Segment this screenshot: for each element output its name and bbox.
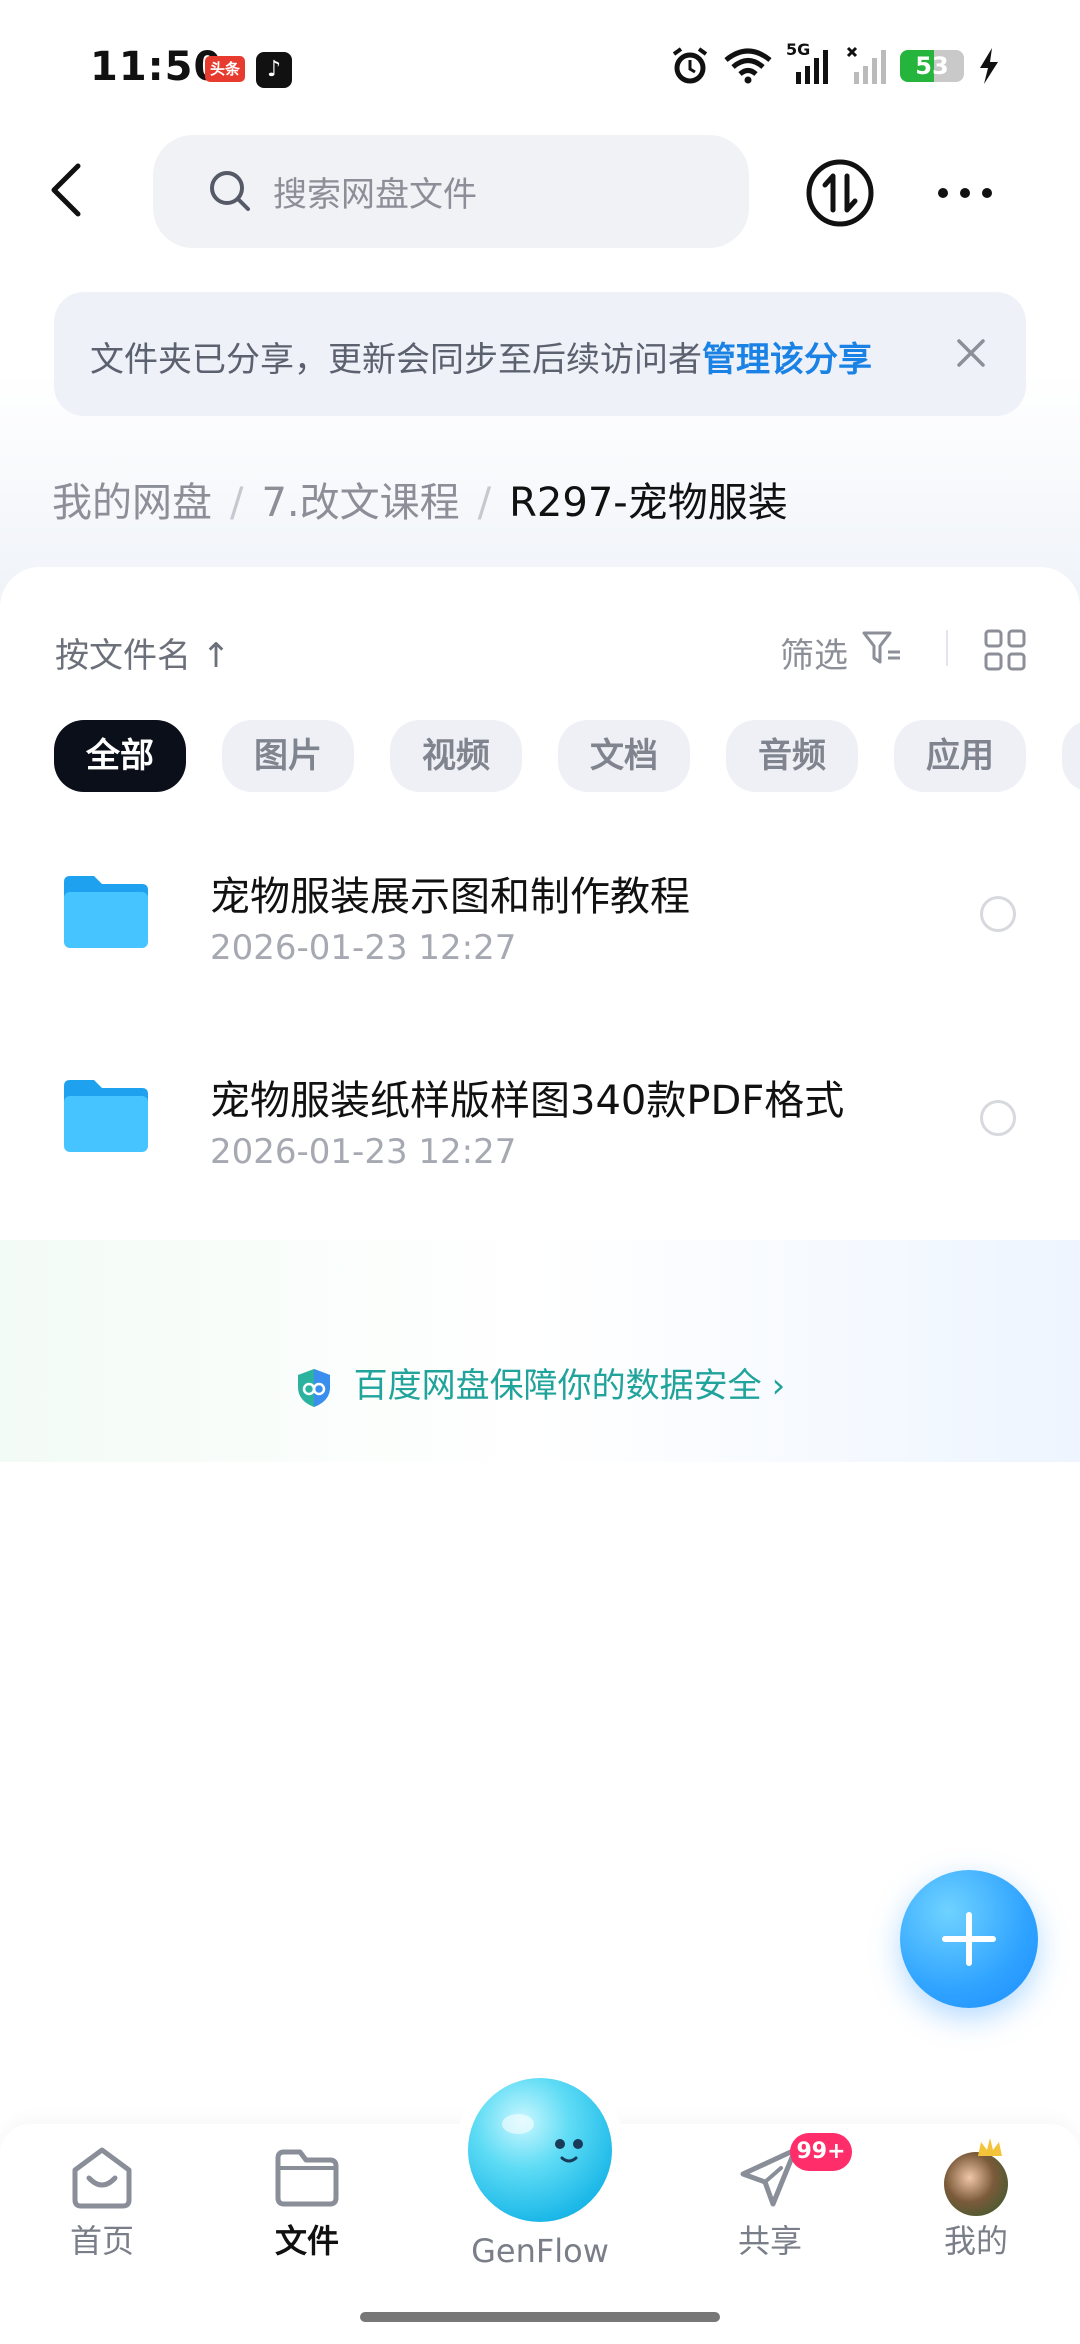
select-checkbox[interactable] <box>980 1100 1016 1136</box>
sort-label: 按文件名 <box>55 636 191 676</box>
safety-text: 百度网盘保障你的数据安全 <box>353 1366 762 1406</box>
battery-percent: 53 <box>915 52 949 80</box>
close-icon[interactable] <box>954 336 988 370</box>
charging-icon <box>980 48 998 84</box>
back-button[interactable] <box>40 160 100 220</box>
battery-indicator: 53 <box>900 50 964 82</box>
alarm-icon <box>672 47 708 84</box>
folder-tab-icon <box>275 2149 339 2207</box>
share-count-badge: 99+ <box>790 2133 852 2171</box>
chip-audio[interactable]: 音频 <box>726 720 858 792</box>
chip-all[interactable]: 全部 <box>54 720 186 792</box>
search-bar[interactable]: 搜索网盘文件 <box>153 135 749 248</box>
mascot-face <box>502 2114 583 2163</box>
status-icons: 5G 53 <box>670 40 1000 86</box>
breadcrumb-item-current: R297-宠物服装 <box>509 480 788 526</box>
search-icon <box>210 171 250 211</box>
data-safety-link[interactable]: 百度网盘保障你的数据安全 › <box>0 1358 1080 1409</box>
file-name: 宠物服装展示图和制作教程 <box>210 874 690 920</box>
tab-files-label: 文件 <box>274 2222 339 2260</box>
genflow-mascot-icon[interactable] <box>468 2078 612 2222</box>
category-chips: 全部 图片 视频 文档 音频 应用 <box>54 720 1026 792</box>
file-date: 2026-01-23 12:27 <box>210 1132 517 1172</box>
toutiao-app-icon: 头条 <box>205 56 245 82</box>
tab-home-label: 首页 <box>69 2222 134 2260</box>
breadcrumb-item-root[interactable]: 我的网盘 <box>52 480 212 526</box>
manage-share-link[interactable]: 管理该分享 <box>702 340 872 380</box>
chip-apps[interactable]: 应用 <box>894 720 1026 792</box>
folder-icon <box>64 1080 148 1152</box>
file-row[interactable]: 宠物服装展示图和制作教程 2026-01-23 12:27 <box>0 842 1080 992</box>
share-notice-text: 文件夹已分享，更新会同步至后续访问者管理该分享 <box>90 332 872 381</box>
transfer-icon[interactable] <box>805 158 875 228</box>
breadcrumb-item-parent[interactable]: 7.改文课程 <box>261 480 459 526</box>
select-checkbox[interactable] <box>980 896 1016 932</box>
folder-icon <box>64 876 148 948</box>
tab-home[interactable]: 首页 <box>27 2144 177 2262</box>
plus-icon <box>942 1912 996 1966</box>
toolbar-divider <box>946 630 948 666</box>
filter-label: 筛选 <box>780 636 848 676</box>
notice-message: 文件夹已分享，更新会同步至后续访问者 <box>90 340 702 380</box>
tab-genflow-label[interactable]: GenFlow <box>430 2232 650 2270</box>
status-bar: 11:50 头条 ♪ 5G 53 <box>0 0 1080 130</box>
cellular-5g-icon: 5G <box>786 40 832 86</box>
shield-icon <box>297 1368 330 1407</box>
chip-videos[interactable]: 视频 <box>390 720 522 792</box>
safety-banner-background <box>0 1240 1080 1462</box>
home-indicator <box>360 2312 720 2322</box>
chevron-right-icon: › <box>771 1366 786 1406</box>
share-notice-banner: 文件夹已分享，更新会同步至后续访问者管理该分享 <box>54 292 1026 416</box>
more-options-icon[interactable] <box>935 175 995 211</box>
filter-icon[interactable] <box>862 630 902 666</box>
sort-arrow-icon: ↑ <box>201 636 231 676</box>
status-time: 11:50 <box>90 44 223 90</box>
filter-button[interactable]: 筛选 <box>780 628 848 677</box>
search-placeholder: 搜索网盘文件 <box>273 175 477 215</box>
breadcrumb-separator: / <box>230 480 244 526</box>
cellular-no-signal-icon <box>846 46 886 84</box>
file-name: 宠物服装纸样版样图340款PDF格式 <box>210 1078 845 1124</box>
crown-icon <box>978 2138 1002 2156</box>
file-row[interactable]: 宠物服装纸样版样图340款PDF格式 2026-01-23 12:27 <box>0 1046 1080 1196</box>
chip-images[interactable]: 图片 <box>222 720 354 792</box>
grid-view-icon[interactable] <box>983 628 1027 672</box>
breadcrumb: 我的网盘 / 7.改文课程 / R297-宠物服装 <box>52 470 788 528</box>
tab-share-label: 共享 <box>737 2222 802 2260</box>
sort-by-name-button[interactable]: 按文件名 ↑ <box>55 628 230 677</box>
tiktok-app-icon: ♪ <box>256 52 292 88</box>
wifi-icon <box>724 48 772 84</box>
tab-files[interactable]: 文件 <box>232 2144 382 2262</box>
add-button[interactable] <box>900 1870 1038 2008</box>
tab-mine-label: 我的 <box>943 2222 1008 2260</box>
breadcrumb-separator: / <box>477 480 492 526</box>
home-icon <box>72 2147 132 2209</box>
file-date: 2026-01-23 12:27 <box>210 928 517 968</box>
chip-documents[interactable]: 文档 <box>558 720 690 792</box>
